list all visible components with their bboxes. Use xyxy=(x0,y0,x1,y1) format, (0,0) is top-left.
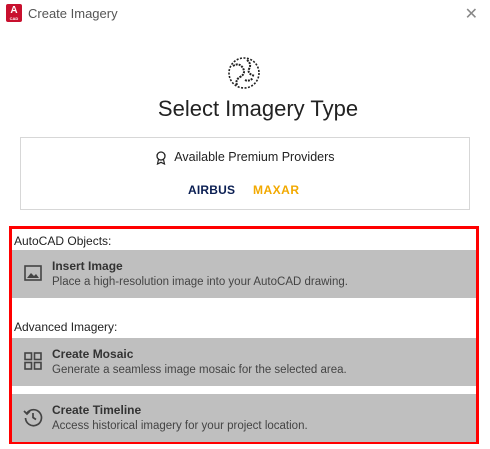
airbus-logo: AIRBUS xyxy=(188,183,236,197)
premium-providers-panel: Available Premium Providers AIRBUS MAXAR xyxy=(20,137,470,210)
grid-icon xyxy=(24,352,42,370)
create-mosaic-title: Create Mosaic xyxy=(52,347,134,361)
create-timeline-description: Access historical imagery for your proje… xyxy=(52,420,308,432)
insert-image-option[interactable]: Insert Image Place a high-resolution ima… xyxy=(12,250,476,298)
section-label-autocad-objects: AutoCAD Objects: xyxy=(14,234,112,248)
window-title: Create Imagery xyxy=(28,6,118,21)
create-mosaic-option[interactable]: Create Mosaic Generate a seamless image … xyxy=(12,338,476,386)
section-label-advanced-imagery: Advanced Imagery: xyxy=(14,320,118,334)
history-icon xyxy=(23,408,43,427)
close-button[interactable]: ✕ xyxy=(465,4,478,24)
app-icon-letter: A xyxy=(10,5,18,16)
app-icon-subtext: CAD xyxy=(9,16,19,21)
page-title: Select Imagery Type xyxy=(157,96,359,121)
insert-image-title: Insert Image xyxy=(52,259,123,273)
create-mosaic-description: Generate a seamless image mosaic for the… xyxy=(52,364,347,376)
create-timeline-option[interactable]: Create Timeline Access historical imager… xyxy=(12,394,476,442)
maxar-logo: MAXAR xyxy=(253,183,300,197)
globe-icon xyxy=(228,57,260,89)
insert-image-description: Place a high-resolution image into your … xyxy=(52,276,348,288)
providers-title: Available Premium Providers xyxy=(174,150,335,164)
imagery-options-highlight: AutoCAD Objects: Insert Image Place a hi… xyxy=(9,226,479,444)
providers-heading: Available Premium Providers xyxy=(21,150,469,165)
image-icon xyxy=(24,265,42,281)
award-ribbon-icon xyxy=(156,151,167,165)
autocad-app-icon: A CAD xyxy=(6,4,22,22)
title-bar: A CAD Create Imagery ✕ xyxy=(0,0,490,28)
create-timeline-title: Create Timeline xyxy=(52,403,142,417)
